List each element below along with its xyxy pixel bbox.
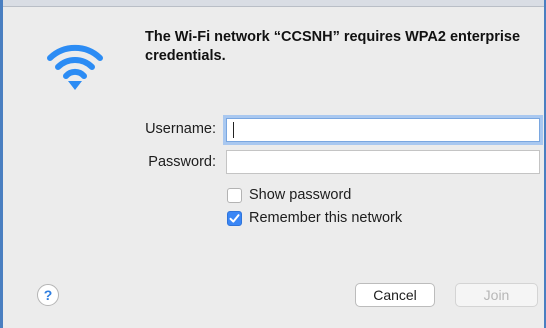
help-button[interactable]: ? bbox=[37, 284, 59, 306]
cancel-button[interactable]: Cancel bbox=[355, 283, 435, 307]
window-top-edge bbox=[0, 0, 546, 7]
dialog-title: The Wi-Fi network “CCSNH” requires WPA2 … bbox=[145, 29, 521, 64]
text-cursor bbox=[233, 122, 234, 138]
username-input[interactable] bbox=[226, 118, 540, 142]
username-label: Username: bbox=[145, 121, 216, 137]
remember-network-checkbox[interactable] bbox=[227, 211, 242, 226]
show-password-checkbox[interactable] bbox=[227, 188, 242, 203]
join-button[interactable]: Join bbox=[455, 283, 538, 307]
wifi-icon bbox=[47, 44, 103, 90]
remember-network-label[interactable]: Remember this network bbox=[249, 210, 402, 226]
checkmark-icon bbox=[229, 214, 240, 223]
window-left-edge bbox=[0, 0, 3, 328]
show-password-label[interactable]: Show password bbox=[249, 187, 351, 203]
password-label: Password: bbox=[148, 154, 216, 170]
password-input[interactable] bbox=[226, 150, 540, 174]
